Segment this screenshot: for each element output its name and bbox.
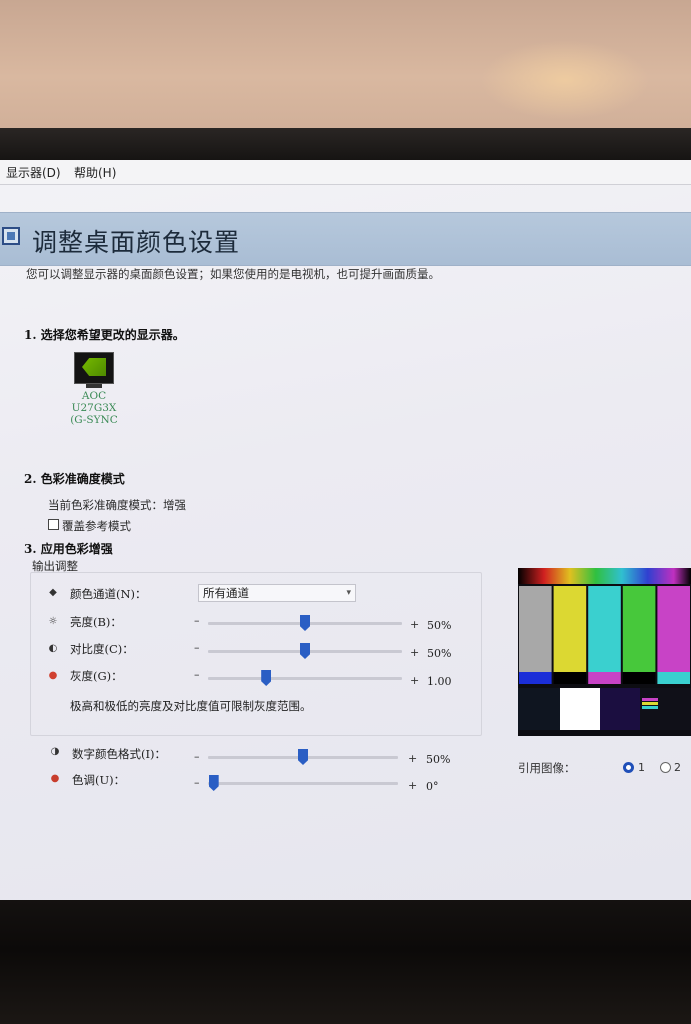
hue-slider-thumb[interactable]	[208, 775, 219, 791]
page-header: 调整桌面颜色设置	[0, 212, 691, 266]
hue-minus: –	[194, 776, 200, 789]
page-title: 调整桌面颜色设置	[32, 228, 241, 257]
reference-radio-1-label: 1	[638, 761, 645, 774]
menu-display[interactable]: 显示器(D)	[6, 164, 61, 181]
contrast-value: 50%	[427, 647, 452, 660]
color-bar	[622, 586, 656, 672]
current-accuracy-mode: 当前色彩准确度模式：增强	[48, 498, 186, 512]
pluge-yellow	[642, 702, 658, 705]
gamma-label: 灰度(G)：	[70, 669, 123, 683]
pluge-magenta	[642, 698, 658, 701]
chevron-down-icon: ▾	[346, 588, 351, 598]
monitor-bezel	[0, 128, 691, 164]
bottom-color-bar	[519, 672, 552, 684]
menu-help[interactable]: 帮助(H)	[74, 164, 116, 181]
bottom-color-bar	[588, 672, 621, 684]
hue-icon: ●	[50, 773, 60, 784]
monitor-name: AOC U27G3X	[71, 390, 117, 414]
bottom-color-bar	[622, 672, 656, 684]
section1-heading: 1. 选择您希望更改的显示器。	[24, 328, 185, 342]
color-bar	[588, 586, 621, 672]
override-reference-label: 覆盖参考模式	[62, 519, 131, 533]
monitor-select-icon[interactable]	[74, 352, 114, 384]
color-bars-image	[518, 568, 691, 730]
section2-heading: 2. 色彩准确度模式	[24, 472, 125, 486]
hue-plus: +	[408, 779, 418, 792]
dark-block-2	[600, 688, 640, 730]
desk-foreground	[0, 900, 691, 1024]
color-bar	[519, 586, 552, 672]
color-channel-select[interactable]: 所有通道 ▾	[198, 584, 356, 602]
contrast-label: 对比度(C)：	[70, 642, 134, 656]
hue-slider[interactable]	[208, 775, 398, 791]
contrast-plus: +	[410, 646, 420, 659]
hue-value: 0°	[426, 780, 439, 793]
vibrance-value: 50%	[426, 753, 451, 766]
dark-block-1	[518, 688, 560, 730]
reference-radio-2-label: 2	[674, 761, 681, 774]
nvidia-logo-icon	[82, 358, 106, 376]
vibrance-slider[interactable]	[208, 749, 398, 765]
range-note: 极高和极低的亮度及对比度值可限制灰度范围。	[70, 699, 312, 713]
contrast-icon: ◐	[48, 643, 58, 654]
brightness-slider[interactable]	[208, 615, 402, 631]
gamma-minus: –	[194, 668, 200, 681]
spectrum-strip	[518, 568, 691, 584]
color-bar	[553, 586, 587, 672]
hue-label: 色调(U)：	[72, 773, 126, 787]
brightness-icon: ☼	[48, 616, 58, 627]
section3-heading: 3. 应用色彩增强	[24, 542, 113, 556]
gamma-slider[interactable]	[208, 670, 402, 686]
reference-test-image	[518, 568, 691, 736]
pluge-cyan	[642, 706, 658, 709]
bottom-color-bar	[657, 672, 690, 684]
gamma-icon: ●	[48, 670, 58, 681]
gamma-plus: +	[410, 674, 420, 687]
bottom-color-bar	[553, 672, 587, 684]
color-channel-label: 颜色通道(N)：	[70, 587, 147, 601]
brightness-label: 亮度(B)：	[70, 615, 122, 629]
wall-light-glow	[480, 40, 650, 120]
monitor-stand	[86, 384, 102, 388]
vibrance-slider-thumb[interactable]	[298, 749, 308, 765]
menu-bar: 显示器(D) 帮助(H)	[0, 160, 691, 185]
reference-radio-1[interactable]	[623, 762, 634, 773]
reference-image-label: 引用图像：	[518, 761, 576, 775]
reference-radio-2[interactable]	[660, 762, 671, 773]
vibrance-plus: +	[408, 752, 418, 765]
page-description: 您可以调整显示器的桌面颜色设置；如果您使用的是电视机，也可提升画面质量。	[26, 267, 440, 281]
monitor-mode: (G-SYNC	[70, 414, 118, 426]
vibrance-label: 数字颜色格式(I)：	[72, 747, 167, 761]
vibrance-minus: –	[194, 750, 200, 763]
brightness-plus: +	[410, 618, 420, 631]
white-block	[560, 688, 600, 730]
contrast-slider[interactable]	[208, 643, 402, 659]
brightness-value: 50%	[427, 619, 452, 632]
contrast-minus: –	[194, 641, 200, 654]
color-channel-value: 所有通道	[203, 586, 249, 600]
color-bar	[657, 586, 690, 672]
color-settings-icon	[2, 227, 20, 245]
control-panel-window: 显示器(D) 帮助(H) 调整桌面颜色设置 您可以调整显示器的桌面颜色设置；如果…	[0, 160, 691, 902]
brightness-minus: –	[194, 614, 200, 627]
gamma-value: 1.00	[427, 675, 452, 688]
monitor-label[interactable]: AOC U27G3X (G-SYNC	[58, 390, 130, 426]
override-reference-checkbox[interactable]	[48, 519, 59, 530]
vibrance-icon: ◑	[50, 746, 60, 757]
color-channel-icon: ◆	[49, 587, 57, 598]
